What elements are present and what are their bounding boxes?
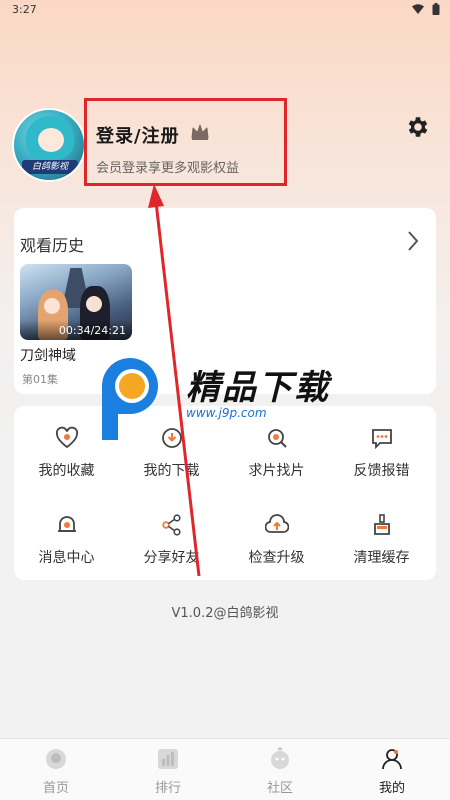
watermark-title: 精品下载 bbox=[186, 368, 330, 408]
tab-ranking[interactable]: 排行 bbox=[112, 739, 224, 800]
menu-item-label: 检查升级 bbox=[248, 550, 305, 566]
menu-item-label: 反馈报错 bbox=[353, 463, 410, 479]
history-item-episode: 第01集 bbox=[22, 373, 58, 386]
share-icon bbox=[162, 514, 181, 536]
login-register-link[interactable]: 登录/注册 bbox=[96, 122, 180, 148]
tab-profile[interactable]: 我的 bbox=[336, 739, 448, 800]
upgrade-icon bbox=[265, 514, 289, 533]
history-thumbnail[interactable]: 00:34/24:21 bbox=[20, 264, 132, 340]
tab-label: 首页 bbox=[42, 781, 69, 796]
wifi-icon bbox=[412, 4, 424, 14]
menu-item-label: 我的收藏 bbox=[38, 463, 95, 479]
home-icon bbox=[46, 749, 66, 769]
bottom-tab-bar: 首页 排行 社区 我的 bbox=[0, 738, 450, 800]
avatar-logo: 白鸽影视 bbox=[22, 160, 78, 174]
status-icons bbox=[412, 3, 440, 15]
history-progress-text: 00:34/24:21 bbox=[58, 324, 126, 337]
broom-icon bbox=[374, 514, 390, 535]
menu-item-label: 分享好友 bbox=[143, 550, 200, 566]
watermark: 精品下载 www.j9p.com bbox=[98, 358, 358, 440]
history-item-title[interactable]: 刀剑神域 bbox=[20, 345, 76, 365]
crown-icon bbox=[191, 124, 209, 140]
app-version: V1.0.2@白鸽影视 bbox=[171, 606, 279, 621]
menu-item-clear-cache[interactable]: 清理缓存 bbox=[329, 493, 434, 580]
menu-item-share[interactable]: 分享好友 bbox=[119, 493, 224, 580]
menu-item-upgrade[interactable]: 检查升级 bbox=[224, 493, 329, 580]
chevron-right-icon[interactable] bbox=[406, 230, 420, 252]
menu-item-messages[interactable]: 消息中心 bbox=[14, 493, 119, 580]
tab-community[interactable]: 社区 bbox=[224, 739, 336, 800]
status-time: 3:27 bbox=[12, 3, 37, 16]
status-bar: 3:27 bbox=[0, 0, 450, 20]
tab-label: 我的 bbox=[378, 781, 405, 796]
watermark-url: www.j9p.com bbox=[186, 406, 267, 420]
tab-label: 社区 bbox=[266, 781, 293, 796]
profile-header: 白鸽影视 登录/注册 会员登录享更多观影权益 bbox=[12, 98, 438, 186]
settings-gear-icon[interactable] bbox=[405, 114, 431, 140]
community-icon bbox=[271, 747, 289, 769]
tab-label: 排行 bbox=[154, 781, 181, 796]
ranking-icon bbox=[158, 749, 178, 769]
menu-item-label: 求片找片 bbox=[248, 463, 305, 479]
menu-item-label: 清理缓存 bbox=[353, 550, 410, 566]
heart-icon bbox=[55, 426, 79, 449]
bell-icon bbox=[58, 516, 76, 532]
avatar[interactable]: 白鸽影视 bbox=[12, 108, 86, 182]
watch-history-title: 观看历史 bbox=[20, 236, 85, 255]
login-subtitle: 会员登录享更多观影权益 bbox=[96, 161, 240, 176]
menu-item-label: 我的下载 bbox=[143, 463, 200, 479]
battery-icon bbox=[432, 3, 440, 15]
tab-home[interactable]: 首页 bbox=[0, 739, 112, 800]
profile-icon bbox=[382, 749, 402, 770]
watermark-logo-icon bbox=[102, 358, 158, 440]
menu-item-label: 消息中心 bbox=[38, 550, 95, 566]
feedback-icon bbox=[372, 429, 392, 450]
